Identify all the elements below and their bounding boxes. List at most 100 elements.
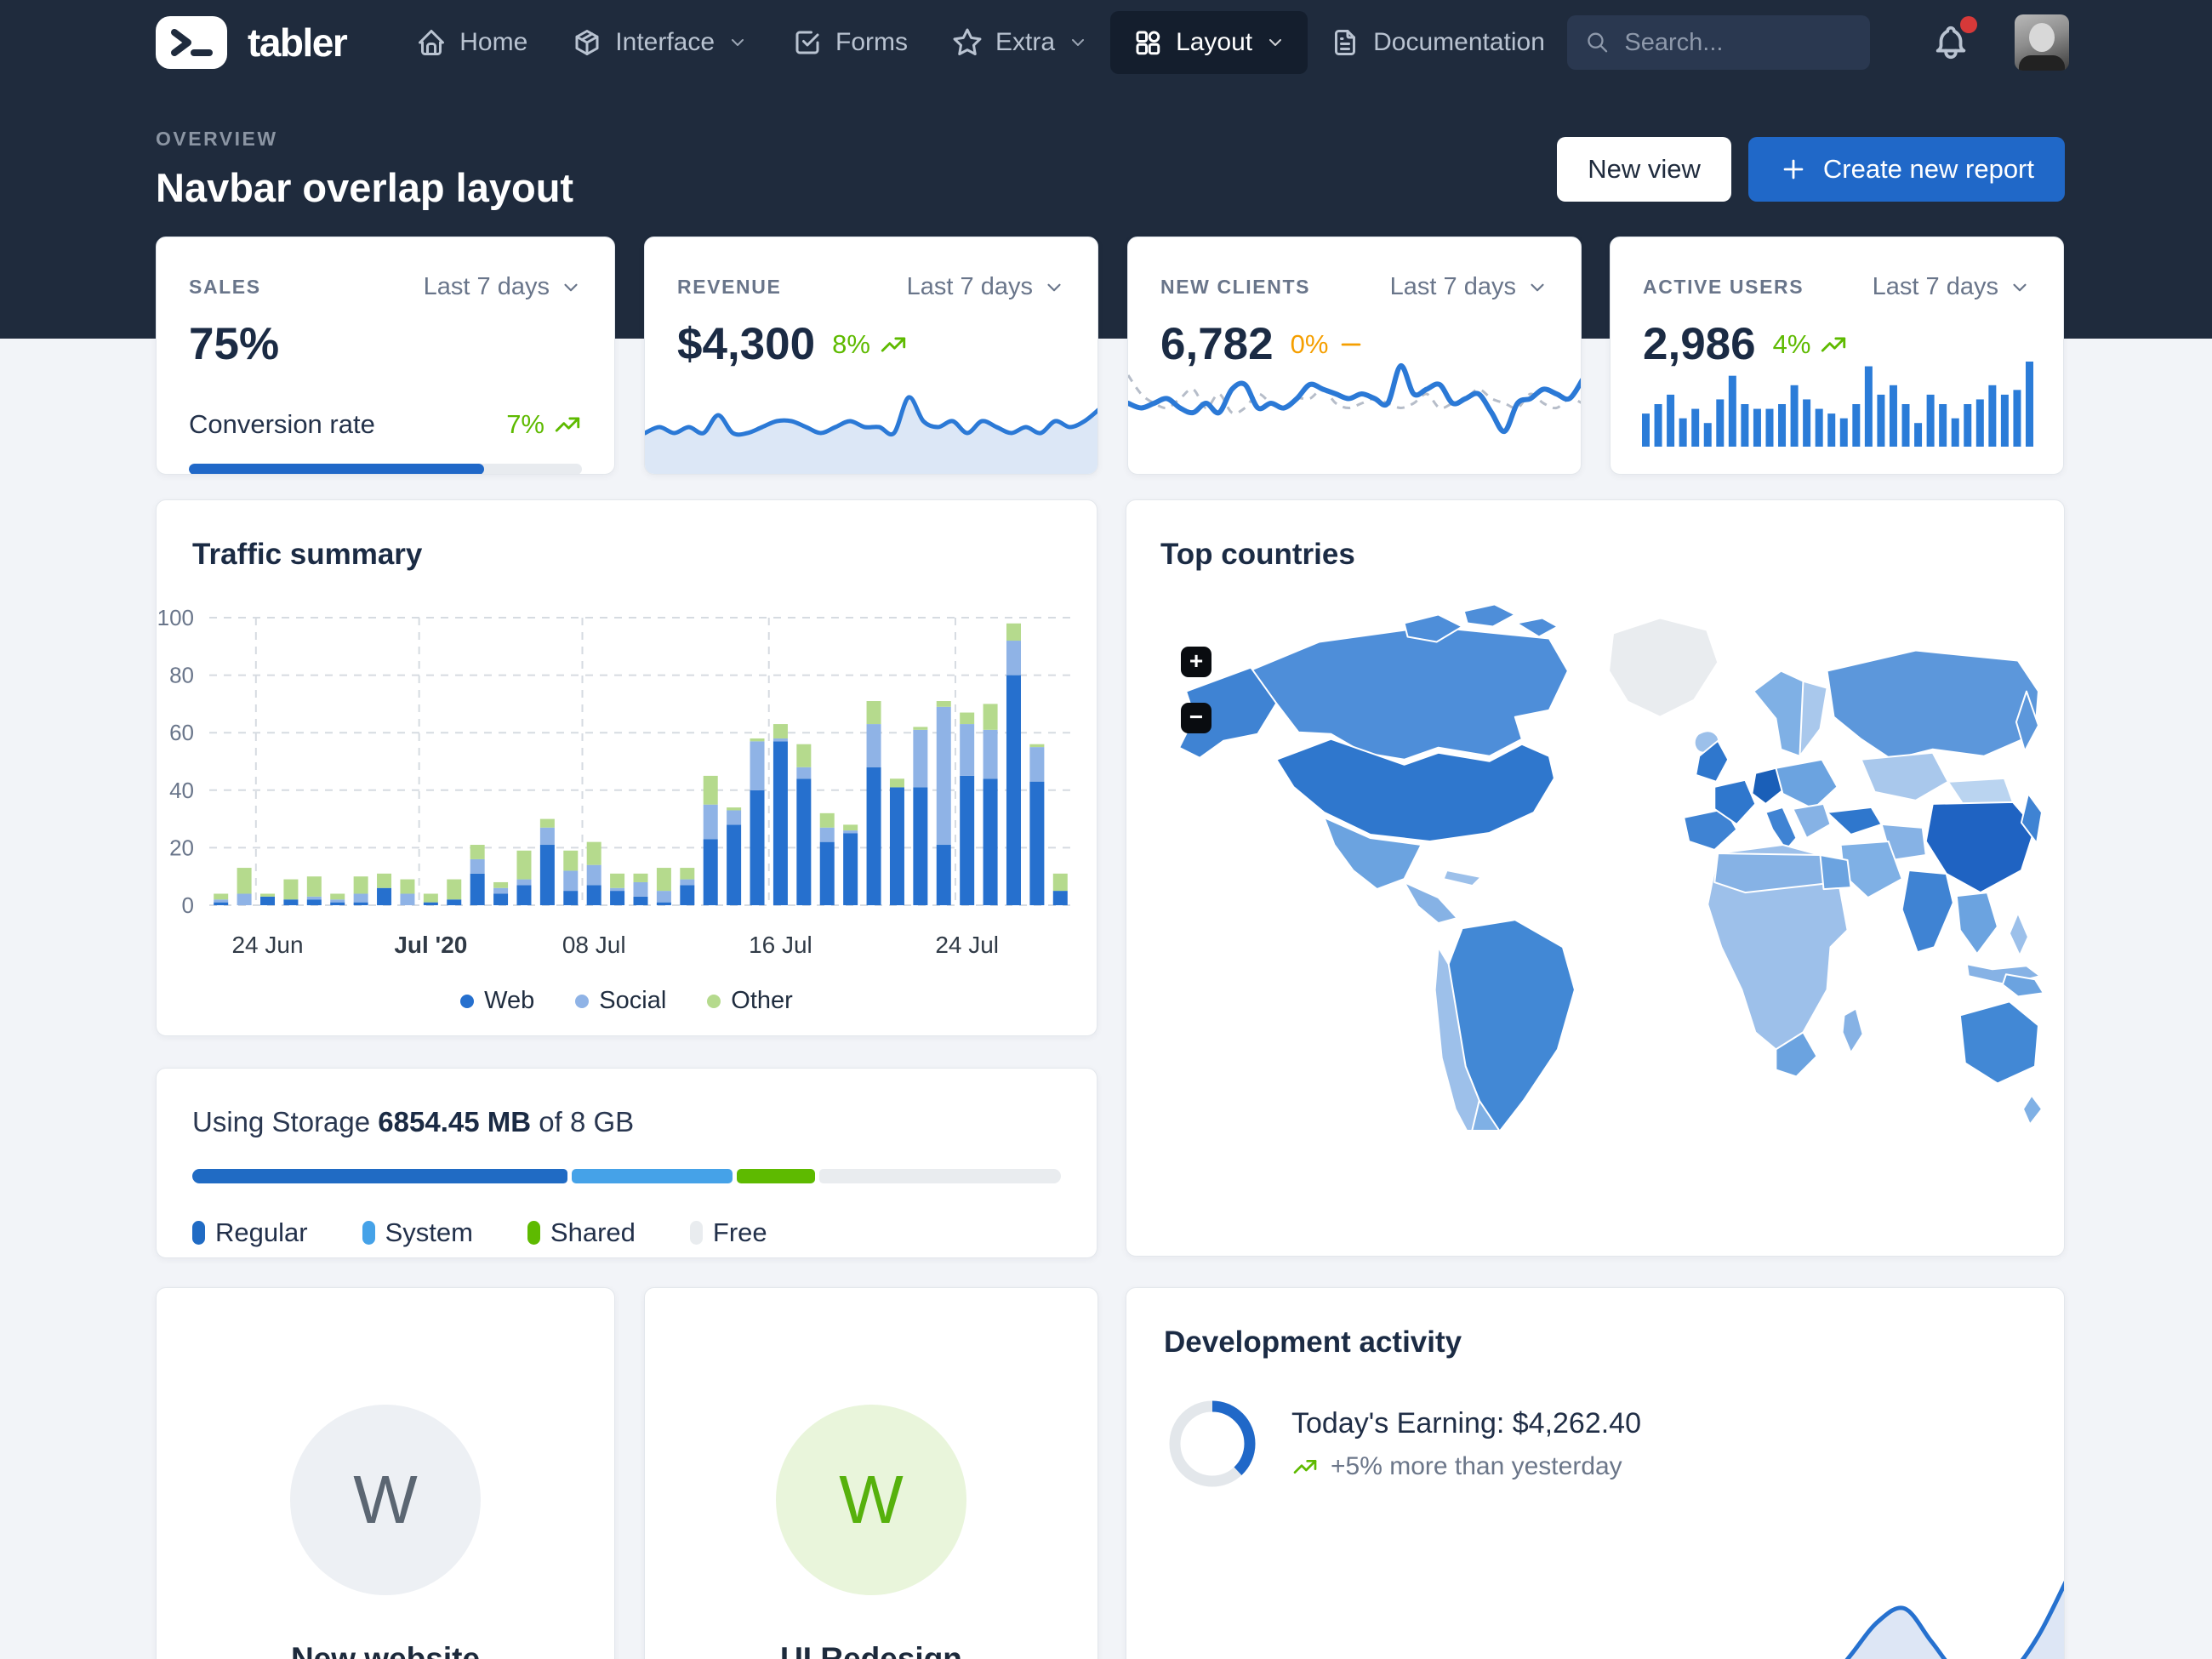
search-icon — [1588, 32, 1608, 53]
package-icon — [575, 30, 599, 55]
nav-item-home[interactable]: Home — [394, 11, 550, 74]
world-map[interactable] — [1149, 585, 2044, 1130]
user-avatar[interactable] — [2015, 14, 2069, 71]
top-navbar: tabler Home Interface Forms Extra Layout — [0, 0, 2212, 85]
users-bar-sparkline-chart — [1642, 362, 2033, 447]
tabler-logo-icon — [156, 16, 227, 69]
brand-name: tabler — [248, 20, 348, 65]
file-text-icon — [1335, 30, 1356, 55]
brand[interactable]: tabler — [156, 16, 348, 69]
chevron-down-icon — [1269, 39, 1282, 46]
revenue-period-dropdown[interactable]: Last 7 days — [907, 273, 1065, 301]
nav-label: Documentation — [1373, 28, 1545, 56]
web-dot — [460, 994, 475, 1008]
nav-label: Extra — [995, 28, 1056, 56]
legend-label: System — [385, 1217, 473, 1247]
nav-item-extra[interactable]: Extra — [930, 11, 1110, 74]
project-initial: W — [353, 1462, 418, 1537]
users-period-dropdown[interactable]: Last 7 days — [1873, 273, 2031, 301]
svg-text:40: 40 — [169, 778, 194, 803]
conversion-delta: 7% — [506, 409, 544, 439]
trending-up-icon — [555, 417, 580, 432]
stat-value: 75% — [189, 319, 280, 369]
new-clients-card: NEW CLIENTS Last 7 days 6,782 0% — [1127, 237, 1582, 475]
clients-period-dropdown[interactable]: Last 7 days — [1390, 273, 1548, 301]
revenue-sparkline-chart — [645, 395, 1097, 474]
storage-segment-system — [571, 1169, 733, 1183]
search-box[interactable] — [1566, 15, 1871, 70]
chevron-down-icon — [1047, 283, 1061, 291]
period-label: Last 7 days — [423, 273, 550, 300]
button-label: New view — [1588, 154, 1701, 184]
nav-label: Layout — [1176, 28, 1253, 56]
nav-item-interface[interactable]: Interface — [550, 11, 770, 74]
chevron-down-icon — [732, 39, 744, 46]
map-zoom-out-button[interactable]: − — [1181, 703, 1211, 733]
search-input[interactable] — [1622, 27, 1852, 58]
period-label: Last 7 days — [906, 273, 1033, 300]
other-dot — [707, 994, 721, 1008]
page-title: Navbar overlap layout — [156, 165, 574, 210]
svg-text:60: 60 — [169, 720, 194, 745]
svg-text:100: 100 — [157, 605, 194, 630]
stat-label: SALES — [189, 276, 261, 298]
stat-label: ACTIVE USERS — [1643, 276, 1804, 298]
nav-item-layout[interactable]: Layout — [1110, 11, 1308, 74]
traffic-summary-card: Traffic summary 0 20 40 60 80 100 24 Jun Jul '2… — [156, 499, 1097, 1036]
card-title: Development activity — [1164, 1325, 1462, 1359]
nav-item-forms[interactable]: Forms — [770, 11, 930, 74]
legend-label: Other — [731, 987, 793, 1014]
legend-item-other[interactable]: Other — [707, 987, 793, 1015]
nav-label: Forms — [835, 28, 909, 56]
chevron-down-icon — [1531, 283, 1544, 291]
todays-earning-text: Today's Earning: $4,262.40 — [1291, 1406, 1642, 1440]
conversion-label: Conversion rate — [189, 409, 375, 439]
checkbox-icon — [795, 31, 819, 54]
notifications-button[interactable] — [1931, 16, 1978, 62]
page-overline: OVERVIEW — [156, 128, 278, 150]
map-zoom-in-button[interactable]: + — [1181, 647, 1211, 677]
legend-label: Web — [484, 987, 535, 1014]
svg-text:0: 0 — [182, 892, 194, 918]
create-new-report-button[interactable]: Create new report — [1747, 137, 2065, 202]
project-card-new-website[interactable]: W New website — [156, 1287, 615, 1659]
legend-item-system: System — [362, 1217, 473, 1248]
svg-text:08 Jul: 08 Jul — [562, 932, 626, 958]
legend-item-social[interactable]: Social — [575, 987, 666, 1015]
stat-label: REVENUE — [677, 276, 782, 298]
legend-item-regular: Regular — [192, 1217, 308, 1248]
active-users-card: ACTIVE USERS Last 7 days 2,986 4% — [1610, 237, 2064, 475]
legend-item-web[interactable]: Web — [460, 987, 534, 1015]
storage-total-value: of 8 GB — [539, 1106, 635, 1137]
project-name: New website — [290, 1641, 481, 1659]
earning-delta-text: +5% more than yesterday — [1331, 1451, 1622, 1480]
svg-text:24 Jun: 24 Jun — [231, 932, 303, 958]
chevron-down-icon — [2013, 283, 2027, 291]
development-activity-card: Development activity Today's Earning: $4… — [1126, 1287, 2065, 1659]
stat-delta: 4% — [1772, 328, 1811, 359]
nav-label: Home — [459, 28, 528, 56]
new-view-button[interactable]: New view — [1557, 137, 1731, 202]
svg-text:80: 80 — [169, 663, 194, 688]
project-card-ui-redesign[interactable]: W UI Redesign — [644, 1287, 1098, 1659]
legend-label: Social — [599, 987, 667, 1014]
top-countries-card: Top countries + − — [1126, 499, 2065, 1257]
traffic-legend: Web Social Other — [157, 987, 1097, 1015]
project-avatar: W — [776, 1405, 966, 1595]
plus-icon — [1783, 159, 1804, 180]
clients-sparkline-chart — [1128, 362, 1581, 434]
sales-period-dropdown[interactable]: Last 7 days — [424, 273, 582, 301]
nav-item-documentation[interactable]: Documentation — [1308, 11, 1567, 74]
chevron-down-icon — [564, 283, 578, 291]
storage-segment-shared — [736, 1169, 816, 1183]
dashboard-page: tabler Home Interface Forms Extra Layout — [0, 0, 2212, 1659]
storage-prefix: Using Storage — [192, 1106, 371, 1137]
svg-text:Jul '20: Jul '20 — [394, 932, 467, 958]
legend-label: Regular — [215, 1217, 308, 1247]
svg-text:16 Jul: 16 Jul — [749, 932, 812, 958]
stat-value: $4,300 — [677, 319, 816, 369]
storage-segment-regular — [192, 1169, 567, 1183]
earning-donut-chart — [1169, 1400, 1256, 1487]
revenue-card: REVENUE Last 7 days $4,300 8% — [644, 237, 1098, 475]
period-label: Last 7 days — [1872, 273, 1998, 300]
